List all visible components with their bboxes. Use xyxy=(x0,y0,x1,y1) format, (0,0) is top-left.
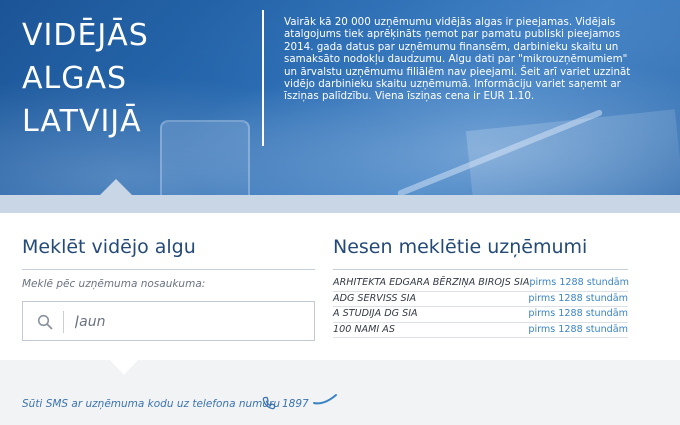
separator-band xyxy=(0,195,680,213)
recent-time: pirms 1288 stundām xyxy=(528,292,628,304)
hero-banner: VIDĒJĀS ALGAS LATVIJĀ Vairāk kā 20 000 u… xyxy=(0,0,680,195)
sms-instructions: Sūti SMS ar uzņēmuma kodu uz telefona nu… xyxy=(22,398,281,410)
hero-title-line: VIDĒJĀS xyxy=(22,18,149,53)
list-item[interactable]: ARHITEKTA EDGARA BĒRZIŅA BIROJS SIA pirm… xyxy=(333,276,630,292)
hero-title-line: ALGAS xyxy=(22,61,128,96)
search-separator xyxy=(63,311,64,333)
panel-notch xyxy=(110,360,138,375)
recent-time: pirms 1288 stundām xyxy=(528,323,628,335)
search-icon[interactable] xyxy=(37,314,53,330)
recent-company-name[interactable]: A STUDIJA DG SIA xyxy=(333,307,418,321)
recent-company-name[interactable]: ADG SERVISS SIA xyxy=(333,292,416,306)
recent-title-rule xyxy=(333,269,628,270)
recent-list: ARHITEKTA EDGARA BĒRZIŅA BIROJS SIA pirm… xyxy=(333,276,630,338)
sms-number: 1897 xyxy=(282,398,309,410)
list-item[interactable]: ADG SERVISS SIA pirms 1288 stundām xyxy=(333,292,628,307)
search-section-title: Meklēt vidējo algu xyxy=(22,236,196,258)
list-item[interactable]: A STUDIJA DG SIA pirms 1288 stundām xyxy=(333,307,628,323)
search-title-rule xyxy=(22,269,315,270)
hero-title-line: LATVIJĀ xyxy=(22,104,142,139)
recent-company-name[interactable]: 100 NAMI AS xyxy=(333,323,395,337)
search-input[interactable] xyxy=(75,310,305,334)
hero-title: VIDĒJĀS ALGAS LATVIJĀ xyxy=(22,14,242,143)
recent-company-name[interactable]: ARHITEKTA EDGARA BĒRZIŅA BIROJS SIA xyxy=(333,276,529,290)
hero-notch xyxy=(100,179,132,195)
recent-time: pirms 1288 stundām xyxy=(528,308,628,320)
phone-icon xyxy=(262,396,276,410)
recent-time: pirms 1288 stundām xyxy=(529,277,630,289)
search-hint: Meklē pēc uzņēmuma nosaukuma: xyxy=(22,278,206,290)
list-item[interactable]: 100 NAMI AS pirms 1288 stundām xyxy=(333,323,628,338)
hero-divider xyxy=(262,10,264,146)
search-box[interactable] xyxy=(22,301,315,341)
swoosh-icon xyxy=(313,394,337,405)
recent-section-title: Nesen meklētie uzņēmumi xyxy=(333,236,588,258)
hero-description: Vairāk kā 20 000 uzņēmumu vidējās algas … xyxy=(284,16,631,103)
